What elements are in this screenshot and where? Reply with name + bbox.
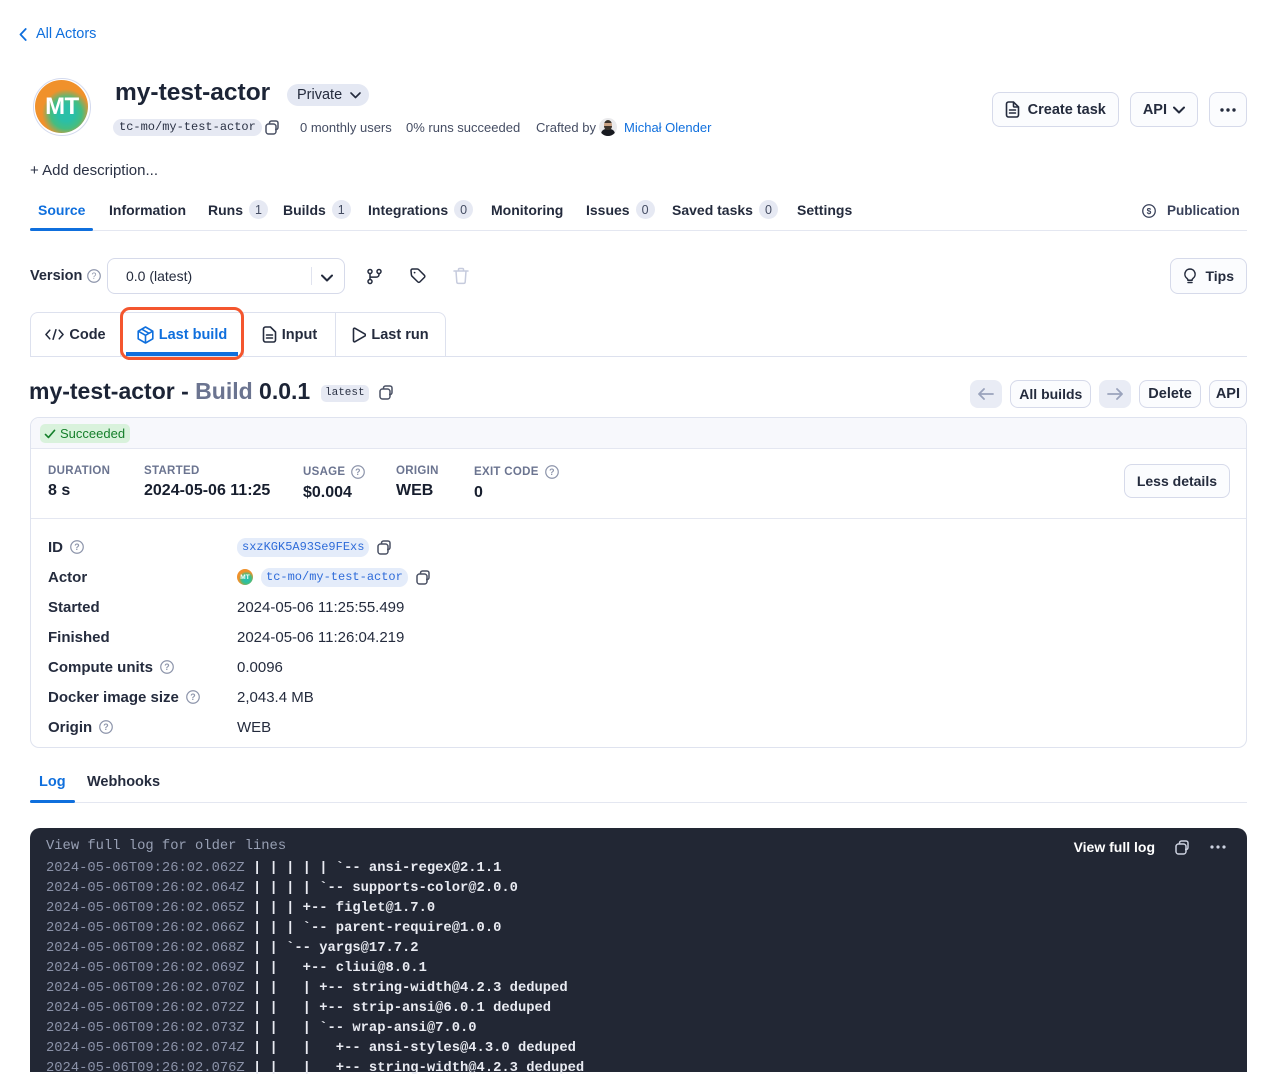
svg-text:?: ? [356,467,362,477]
svg-text:?: ? [164,662,169,672]
svg-text:?: ? [190,692,195,702]
svg-text:?: ? [92,271,97,281]
svg-text:?: ? [103,722,108,732]
svg-text:?: ? [74,542,79,552]
svg-text:?: ? [549,467,555,477]
svg-text:$: $ [1147,206,1152,216]
